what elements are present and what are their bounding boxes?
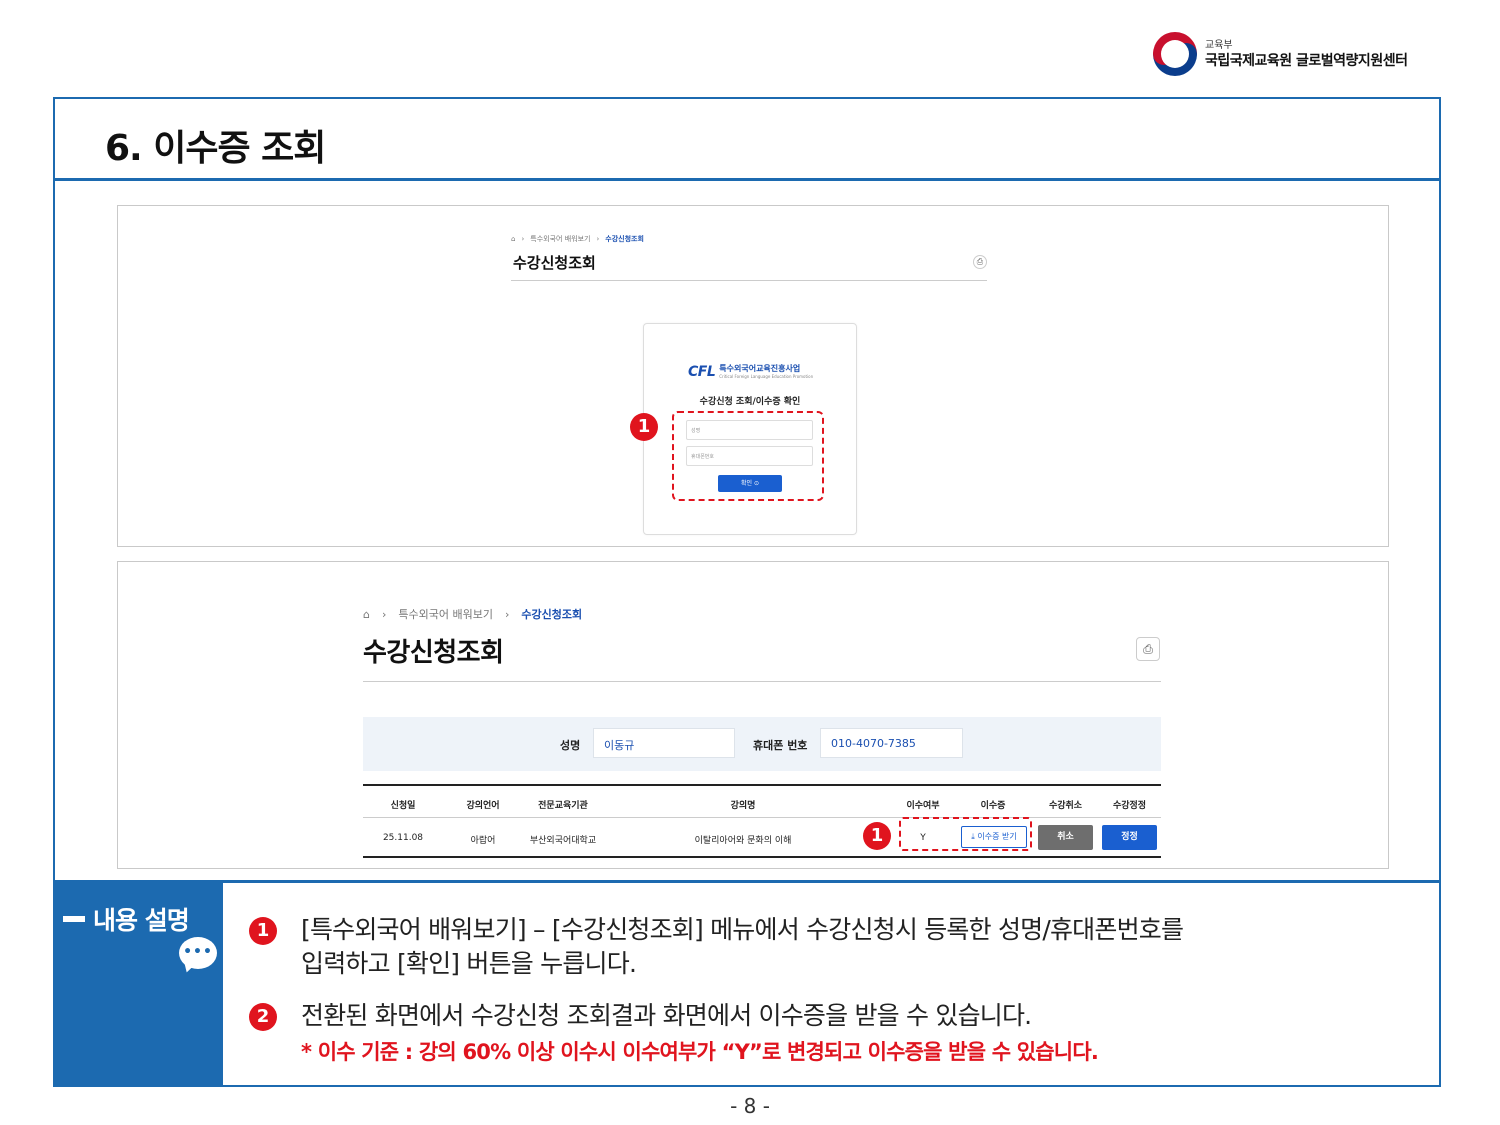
criteria-note: * 이수 기준 : 강의 60% 이상 이수시 이수여부가 “Y”로 변경되고 … bbox=[301, 1040, 1099, 1064]
chevron-right-icon: › bbox=[504, 607, 510, 621]
step-marker: 1 bbox=[863, 822, 891, 850]
highlight-box bbox=[899, 817, 1032, 851]
col-certificate: 이수증 bbox=[980, 801, 1006, 811]
cfl-name: 특수외국어교육진흥사업 bbox=[719, 364, 801, 373]
step-marker: 1 bbox=[630, 413, 658, 441]
item-badge: 2 bbox=[249, 1003, 277, 1031]
home-icon[interactable]: ⌂ bbox=[511, 235, 515, 243]
name-field[interactable]: 이동규 bbox=[593, 728, 735, 758]
breadcrumb-current: 수강신청조회 bbox=[605, 235, 644, 243]
description-section: 내용 설명 ••• 1 [특수외국어 배워보기] – [수강신청조회] 메뉴에서… bbox=[55, 880, 1439, 1085]
table-header: 신청일 강의언어 전문교육기관 강의명 이수여부 이수증 수강취소 수강정정 bbox=[363, 784, 1161, 818]
cancel-button[interactable]: 취소 bbox=[1038, 825, 1093, 850]
col-date: 신청일 bbox=[390, 801, 416, 811]
col-course: 강의명 bbox=[730, 801, 756, 811]
chevron-right-icon: › bbox=[381, 607, 387, 621]
description-item: 전환된 화면에서 수강신청 조회결과 화면에서 이수증을 받을 수 있습니다. bbox=[301, 999, 1032, 1033]
dash-icon bbox=[63, 916, 85, 922]
card-title: 수강신청 조회/이수증 확인 bbox=[699, 397, 801, 407]
row-course: 이탈리아어와 문화의 이해 bbox=[694, 836, 792, 846]
description-text: 전환된 화면에서 수강신청 조회결과 화면에서 이수증을 받을 수 있습니다. bbox=[301, 1001, 1032, 1030]
center-name: 국립국제교육원 글로벌역량지원센터 bbox=[1205, 52, 1408, 69]
breadcrumb: ⌂ › 특수외국어 배워보기 › 수강신청조회 bbox=[511, 234, 644, 244]
cfl-logo: CFL 특수외국어교육진흥사업 Critical Foreign Languag… bbox=[688, 364, 813, 380]
content-frame: 6. 이수증 조회 ⌂ › 특수외국어 배워보기 › 수강신청조회 수강신청조회… bbox=[53, 97, 1441, 1087]
page-number: - 8 - bbox=[730, 1094, 770, 1118]
screenshot-lookup-result: ⌂ › 특수외국어 배워보기 › 수강신청조회 수강신청조회 ⎙ 성명 이동규 … bbox=[117, 561, 1389, 869]
enrollment-table: 신청일 강의언어 전문교육기관 강의명 이수여부 이수증 수강취소 수강정정 2… bbox=[363, 784, 1161, 858]
row-institution: 부산외국어대학교 bbox=[529, 836, 597, 846]
row-language: 아랍어 bbox=[470, 836, 496, 846]
home-icon[interactable]: ⌂ bbox=[363, 608, 370, 621]
item-badge: 1 bbox=[249, 917, 277, 945]
ministry-logo: 교육부 국립국제교육원 글로벌역량지원센터 bbox=[1153, 32, 1408, 76]
chevron-right-icon: › bbox=[596, 235, 600, 243]
ministry-name: 교육부 bbox=[1205, 39, 1233, 51]
breadcrumb-current: 수강신청조회 bbox=[521, 608, 583, 621]
table-row: 25.11.08 아랍어 부산외국어대학교 이탈리아어와 문화의 이해 Y ⤓ … bbox=[363, 818, 1161, 858]
row-date: 25.11.08 bbox=[382, 833, 424, 843]
col-language: 강의언어 bbox=[466, 801, 500, 811]
chevron-right-icon: › bbox=[521, 235, 525, 243]
print-icon[interactable]: ⎙ bbox=[1136, 637, 1160, 661]
highlight-box bbox=[672, 411, 824, 501]
fix-button[interactable]: 정정 bbox=[1102, 825, 1157, 850]
description-label: 내용 설명 bbox=[93, 906, 190, 935]
page-title: 수강신청조회 bbox=[363, 638, 504, 668]
name-label: 성명 bbox=[560, 739, 581, 752]
col-fix: 수강정정 bbox=[1112, 801, 1147, 811]
description-side-label: 내용 설명 ••• bbox=[55, 883, 223, 1085]
phone-label: 휴대폰 번호 bbox=[753, 739, 808, 752]
divider bbox=[363, 681, 1161, 682]
col-completed: 이수여부 bbox=[906, 801, 940, 811]
col-institution: 전문교육기관 bbox=[538, 801, 588, 811]
breadcrumb: ⌂ › 특수외국어 배워보기 › 수강신청조회 bbox=[363, 606, 582, 622]
screenshot-lookup-form: ⌂ › 특수외국어 배워보기 › 수강신청조회 수강신청조회 ⎙ CFL 특수외… bbox=[117, 205, 1389, 547]
cfl-subtitle: Critical Foreign Language Education Prom… bbox=[719, 374, 814, 379]
breadcrumb-item[interactable]: 특수외국어 배워보기 bbox=[530, 234, 590, 244]
taeguk-emblem-icon bbox=[1153, 32, 1197, 76]
page-title: 수강신청조회 bbox=[513, 254, 596, 272]
breadcrumb-item[interactable]: 특수외국어 배워보기 bbox=[398, 606, 493, 622]
speech-bubble-icon: ••• bbox=[179, 937, 217, 969]
cfl-mark: CFL bbox=[688, 364, 716, 380]
phone-field[interactable]: 010-4070-7385 bbox=[820, 728, 963, 758]
col-cancel: 수강취소 bbox=[1048, 801, 1083, 811]
print-icon[interactable]: ⎙ bbox=[973, 255, 987, 269]
description-item: [특수외국어 배워보기] – [수강신청조회] 메뉴에서 수강신청시 등록한 성… bbox=[301, 913, 1184, 981]
description-text: [특수외국어 배워보기] – [수강신청조회] 메뉴에서 수강신청시 등록한 성… bbox=[301, 915, 1184, 944]
description-text: 입력하고 [확인] 버튼을 누릅니다. bbox=[301, 949, 637, 978]
section-title: 6. 이수증 조회 bbox=[105, 128, 326, 169]
divider bbox=[511, 280, 987, 281]
search-summary: 성명 이동규 휴대폰 번호 010-4070-7385 bbox=[363, 717, 1161, 771]
section-title-bar: 6. 이수증 조회 bbox=[55, 99, 1439, 181]
